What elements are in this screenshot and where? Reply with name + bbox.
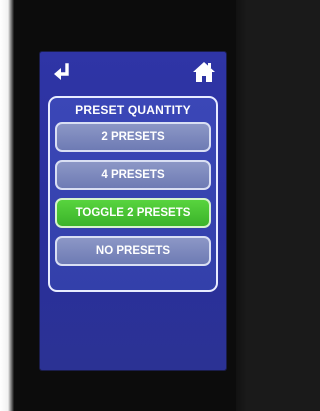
home-icon [193, 62, 215, 82]
home-button[interactable] [192, 60, 216, 84]
option-label: NO PRESETS [95, 245, 171, 257]
panel-title: PRESET QUANTITY [75, 103, 191, 117]
option-4-presets-button[interactable]: 4 PRESETS [55, 160, 211, 190]
preset-quantity-panel: PRESET QUANTITY 2 PRESETS 4 PRESETS TOGG… [48, 96, 218, 292]
option-label: 4 PRESETS [101, 169, 165, 181]
option-label: 2 PRESETS [101, 131, 165, 143]
option-2-presets-button[interactable]: 2 PRESETS [55, 122, 211, 152]
back-button[interactable] [52, 62, 74, 84]
option-label: TOGGLE 2 PRESETS [75, 207, 191, 219]
top-bar [40, 52, 226, 92]
option-toggle-2-presets-button[interactable]: TOGGLE 2 PRESETS [55, 198, 211, 228]
option-no-presets-button[interactable]: NO PRESETS [55, 236, 211, 266]
return-arrow-icon [54, 63, 69, 80]
touch-screen: PRESET QUANTITY 2 PRESETS 4 PRESETS TOGG… [40, 52, 226, 370]
